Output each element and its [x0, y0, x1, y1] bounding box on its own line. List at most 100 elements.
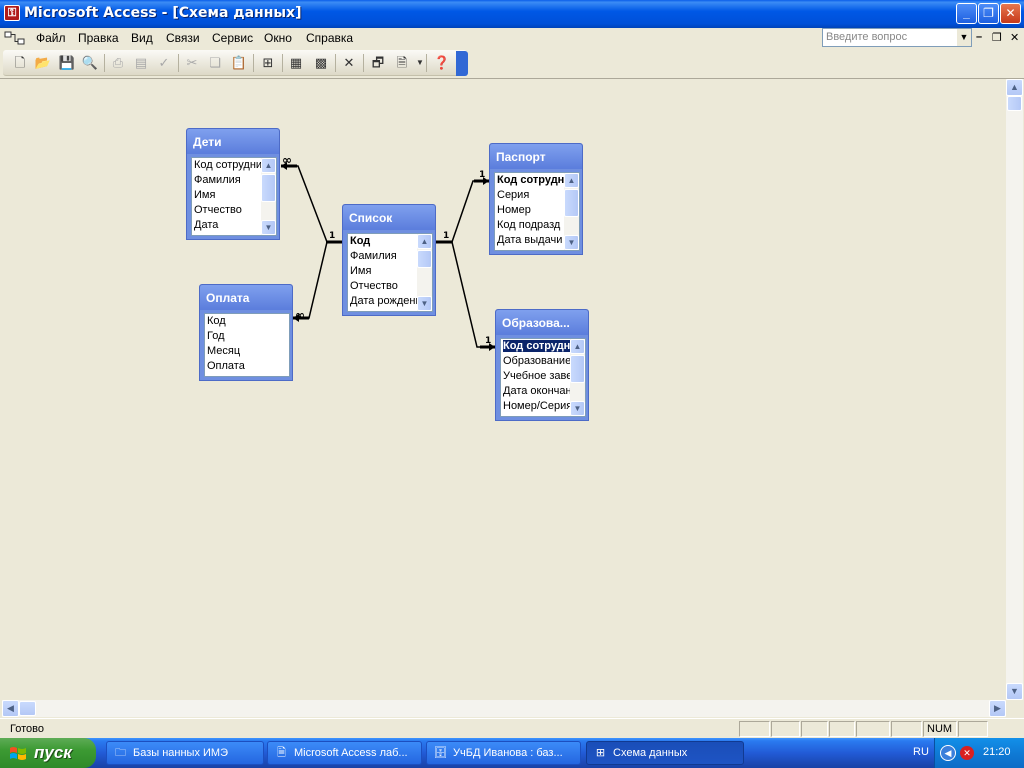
- table-title[interactable]: Список: [343, 205, 435, 230]
- field-item[interactable]: Месяц: [205, 344, 289, 359]
- relationships-window-icon[interactable]: [4, 31, 26, 46]
- doc-minimize-button[interactable]: –: [976, 31, 982, 43]
- rel-one-label: 1: [479, 170, 486, 180]
- toolbar-options-icon[interactable]: [456, 51, 468, 76]
- scroll-left-icon[interactable]: ◀: [2, 700, 19, 717]
- close-button[interactable]: ✕: [1000, 3, 1021, 24]
- scroll-down-icon[interactable]: ▼: [570, 401, 585, 416]
- table-title[interactable]: Дети: [187, 129, 279, 154]
- status-cell: [801, 721, 828, 737]
- cut-icon[interactable]: ✂: [183, 54, 201, 72]
- window-title: Microsoft Access - [Схема данных]: [24, 5, 302, 21]
- scroll-down-icon[interactable]: ▼: [1006, 683, 1023, 700]
- windows-logo-icon: [10, 747, 26, 760]
- status-cell: [771, 721, 800, 737]
- scroll-thumb[interactable]: [417, 250, 432, 268]
- vertical-scrollbar[interactable]: [1006, 79, 1023, 700]
- scroll-up-icon[interactable]: ▲: [1006, 79, 1023, 96]
- task-relationships[interactable]: ⊞ Схема данных: [586, 741, 744, 765]
- minimize-button[interactable]: _: [956, 3, 977, 24]
- scroll-thumb[interactable]: [564, 189, 579, 217]
- security-shield-icon[interactable]: ✕: [960, 746, 974, 760]
- scroll-up-icon[interactable]: ▲: [564, 173, 579, 188]
- menu-view[interactable]: Вид: [131, 31, 153, 45]
- menu-help[interactable]: Справка: [306, 31, 353, 45]
- menu-file[interactable]: Файл: [36, 31, 66, 45]
- properties-icon[interactable]: 🗗: [369, 54, 387, 72]
- table-obrazovanie[interactable]: Образова... Код сотрудника Образование У…: [495, 309, 589, 421]
- field-item[interactable]: Год: [205, 329, 289, 344]
- new-object-icon[interactable]: 🗎: [393, 54, 411, 72]
- rel-many-label: ∞: [295, 308, 305, 322]
- menu-window[interactable]: Окно: [264, 31, 292, 45]
- table-pasport[interactable]: Паспорт Код сотрудника Серия Номер Код п…: [489, 143, 583, 255]
- ask-question-dropdown-icon[interactable]: ▼: [957, 29, 971, 46]
- field-item[interactable]: Оплата: [205, 359, 289, 374]
- language-indicator[interactable]: RU: [913, 746, 929, 758]
- delete-icon[interactable]: ✕: [340, 54, 358, 72]
- show-all-icon[interactable]: ▩: [312, 54, 330, 72]
- task-word[interactable]: 🗎 Microsoft Access лаб...: [267, 741, 422, 765]
- scroll-up-icon[interactable]: ▲: [417, 234, 432, 249]
- toolbar: 🗋 📂 💾 🔍 ⎙ ▤ ✓ ✂ ❏ 📋 ⊞ ▦ ▩ ✕ 🗗 🗎 ▼ ❓: [3, 50, 467, 76]
- scroll-down-icon[interactable]: ▼: [564, 235, 579, 250]
- status-cell: [891, 721, 922, 737]
- horizontal-scroll-thumb[interactable]: [19, 701, 36, 716]
- task-database[interactable]: 🗄 УчБД Иванова : баз...: [426, 741, 581, 765]
- copy-icon[interactable]: ❏: [206, 54, 224, 72]
- doc-restore-button[interactable]: ❐: [992, 31, 1002, 44]
- field-list[interactable]: Код сотрудника Серия Номер Код подразд Д…: [494, 172, 580, 251]
- print-icon[interactable]: ⎙: [109, 54, 127, 72]
- rel-many-label: ∞: [282, 153, 292, 167]
- scroll-thumb[interactable]: [570, 355, 585, 383]
- new-icon[interactable]: 🗋: [11, 54, 29, 72]
- access-key-icon[interactable]: ⚿: [4, 5, 20, 21]
- menu-edit[interactable]: Правка: [78, 31, 119, 45]
- scroll-right-icon[interactable]: ▶: [989, 700, 1006, 717]
- folder-icon: 🗀: [115, 747, 126, 759]
- open-icon[interactable]: 📂: [34, 54, 52, 72]
- field-list[interactable]: Код сотрудника Фамилия Имя Отчество Дата…: [191, 157, 277, 236]
- vertical-scroll-thumb[interactable]: [1007, 96, 1022, 111]
- scroll-down-icon[interactable]: ▼: [261, 220, 276, 235]
- scroll-up-icon[interactable]: ▲: [261, 158, 276, 173]
- paste-icon[interactable]: 📋: [230, 54, 248, 72]
- scroll-up-icon[interactable]: ▲: [570, 339, 585, 354]
- ask-question-input[interactable]: Введите вопрос: [822, 28, 972, 47]
- tray-expand-icon[interactable]: ◀: [940, 745, 956, 761]
- scroll-down-icon[interactable]: ▼: [417, 296, 432, 311]
- doc-close-button[interactable]: ✕: [1010, 31, 1019, 44]
- menu-relationships[interactable]: Связи: [166, 31, 200, 45]
- preview-icon[interactable]: ▤: [132, 54, 150, 72]
- table-deti[interactable]: Дети Код сотрудника Фамилия Имя Отчество…: [186, 128, 280, 240]
- table-title[interactable]: Паспорт: [490, 144, 582, 169]
- field-scrollbar[interactable]: ▲ ▼: [570, 339, 585, 416]
- field-scrollbar[interactable]: ▲ ▼: [417, 234, 432, 311]
- show-direct-icon[interactable]: ▦: [287, 54, 305, 72]
- status-cell: [856, 721, 890, 737]
- task-folder[interactable]: 🗀 Базы нанных ИМЭ: [106, 741, 264, 765]
- horizontal-scrollbar[interactable]: [2, 700, 1006, 717]
- save-icon[interactable]: 💾: [58, 54, 76, 72]
- rel-one-label: 1: [443, 231, 450, 241]
- field-list[interactable]: Код Год Месяц Оплата: [204, 313, 290, 377]
- field-item[interactable]: Код: [205, 314, 289, 329]
- restore-button[interactable]: ❐: [978, 3, 999, 24]
- field-scrollbar[interactable]: ▲ ▼: [564, 173, 579, 250]
- field-scrollbar[interactable]: ▲ ▼: [261, 158, 276, 235]
- spelling-icon[interactable]: ✓: [155, 54, 173, 72]
- show-table-icon[interactable]: ⊞: [259, 54, 277, 72]
- database-icon: 🗄: [433, 747, 448, 759]
- task-label: Базы нанных ИМЭ: [133, 747, 228, 759]
- search-icon[interactable]: 🔍: [81, 54, 99, 72]
- table-oplata[interactable]: Оплата Код Год Месяц Оплата: [199, 284, 293, 381]
- task-label: УчБД Иванова : баз...: [453, 747, 563, 759]
- menu-tools[interactable]: Сервис: [212, 31, 253, 45]
- table-title[interactable]: Образова...: [496, 310, 588, 335]
- field-list[interactable]: Код Фамилия Имя Отчество Дата рождения ▲…: [347, 233, 433, 312]
- help-icon[interactable]: ❓: [433, 54, 451, 72]
- field-list[interactable]: Код сотрудника Образование Учебное заве д…: [500, 338, 586, 417]
- scroll-thumb[interactable]: [261, 174, 276, 202]
- table-spisok[interactable]: Список Код Фамилия Имя Отчество Дата рож…: [342, 204, 436, 316]
- table-title[interactable]: Оплата: [200, 285, 292, 310]
